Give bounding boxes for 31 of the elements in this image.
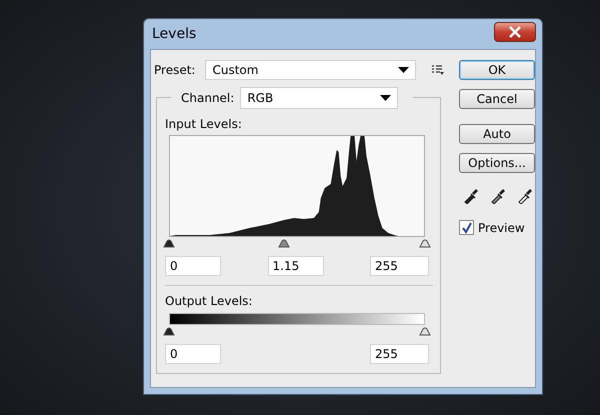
- input-field[interactable]: 0: [165, 256, 221, 276]
- input-field[interactable]: 1.15: [268, 256, 324, 276]
- window-title: Levels: [151, 26, 196, 42]
- caret-icon: [398, 67, 410, 73]
- dialog-button[interactable]: Auto: [459, 124, 535, 144]
- output-field[interactable]: 255: [370, 344, 429, 364]
- output-levels-label: Output Levels:: [165, 294, 254, 308]
- close-icon: [508, 26, 522, 38]
- dialog-button[interactable]: Cancel: [459, 89, 535, 109]
- slider-handle[interactable]: [419, 327, 431, 336]
- dialog-button[interactable]: OK: [459, 60, 535, 80]
- slider-handle[interactable]: [278, 239, 290, 248]
- menu-icon[interactable]: [432, 65, 444, 75]
- preview-checkbox[interactable]: [459, 220, 474, 235]
- slider-handle[interactable]: [419, 239, 431, 248]
- input-levels-label: Input Levels:: [165, 117, 243, 131]
- eyedropper-icon[interactable]: [490, 188, 506, 204]
- slider-handle[interactable]: [163, 327, 175, 336]
- output-field[interactable]: 0: [165, 344, 221, 364]
- preset-dropdown[interactable]: Custom: [205, 60, 416, 80]
- preview-label: Preview: [478, 220, 525, 234]
- caret-icon: [380, 95, 392, 101]
- channel-label: Channel:: [181, 91, 234, 105]
- eyedropper-icon[interactable]: [517, 188, 533, 204]
- slider-handle[interactable]: [163, 239, 175, 248]
- preset-label: Preset:: [154, 63, 196, 77]
- input-field[interactable]: 255: [370, 256, 429, 276]
- close-button[interactable]: [494, 22, 536, 42]
- dialog-button[interactable]: Options...: [459, 153, 535, 173]
- eyedropper-icon[interactable]: [463, 188, 479, 204]
- channel-dropdown[interactable]: RGB: [240, 87, 398, 109]
